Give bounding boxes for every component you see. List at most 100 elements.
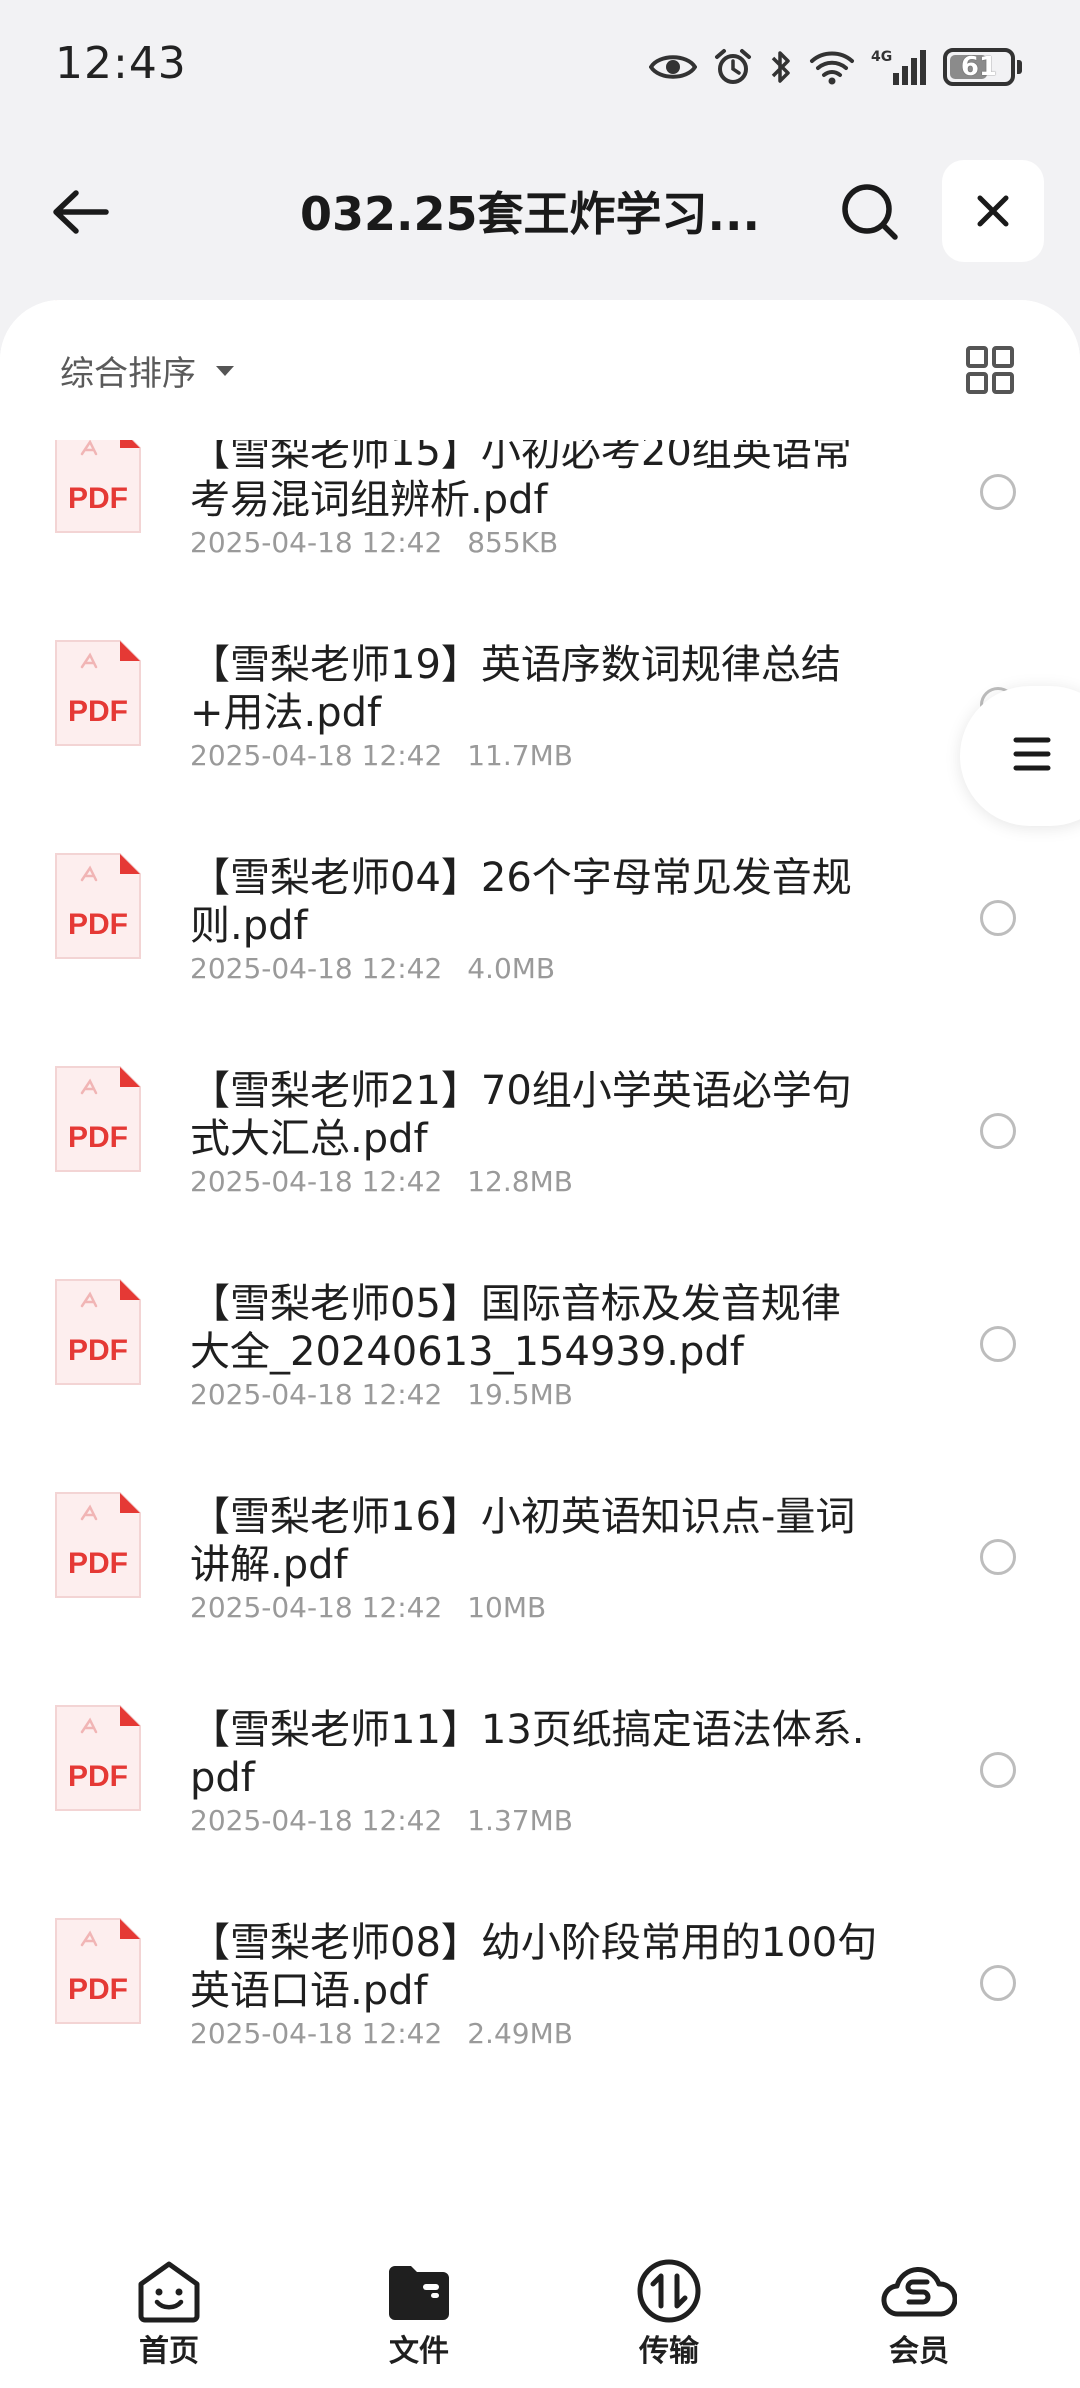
file-date: 2025-04-18 12:42 xyxy=(190,1804,443,1837)
search-button[interactable] xyxy=(830,172,910,252)
file-size: 2.49MB xyxy=(467,2017,573,2050)
select-checkbox[interactable] xyxy=(980,900,1016,936)
file-meta: 2025-04-18 12:42 11.7MB xyxy=(190,739,573,772)
battery-level: 61 xyxy=(960,52,998,82)
file-meta: 2025-04-18 12:42 19.5MB xyxy=(190,1378,573,1411)
home-smile-icon xyxy=(138,2261,200,2323)
pdf-file-icon: PDF xyxy=(55,1492,141,1598)
file-date: 2025-04-18 12:42 xyxy=(190,526,443,559)
cellular-signal-icon: 4G xyxy=(871,49,926,85)
select-checkbox[interactable] xyxy=(980,1965,1016,2001)
file-meta: 2025-04-18 12:42 1.37MB xyxy=(190,1804,573,1837)
network-type-label: 4G xyxy=(871,49,892,65)
pdf-label: PDF xyxy=(68,908,128,941)
vip-cloud-icon xyxy=(881,2266,957,2317)
file-meta: 2025-04-18 12:42 10MB xyxy=(190,1591,546,1624)
file-row[interactable]: PDF 【雪梨老师21】70组小学英语必学句式大汇总.pdf 2025-04-1… xyxy=(0,1025,1080,1238)
pdf-label: PDF xyxy=(68,1121,128,1154)
file-size: 1.37MB xyxy=(467,1804,573,1837)
file-date: 2025-04-18 12:42 xyxy=(190,2017,443,2050)
folder-icon xyxy=(389,2266,449,2320)
file-sheet: 综合排序 PDF df 2025-04-18 12 xyxy=(0,300,1080,2240)
sort-label: 综合排序 xyxy=(60,354,196,394)
file-meta: 2025-04-18 12:42 12.8MB xyxy=(190,1165,573,1198)
pdf-file-icon: PDF xyxy=(55,640,141,746)
file-name: 【雪梨老师21】70组小学英语必学句式大汇总.pdf xyxy=(190,1068,852,1162)
pdf-file-icon: PDF xyxy=(55,1918,141,2024)
file-size: 19.5MB xyxy=(467,1378,573,1411)
file-size: 12.8MB xyxy=(467,1165,573,1198)
select-checkbox[interactable] xyxy=(980,1113,1016,1149)
page-title: 032.25套王炸学习... xyxy=(300,187,760,241)
file-size: 10MB xyxy=(467,1591,547,1624)
file-row[interactable]: PDF 【雪梨老师16】小初英语知识点-量词讲解.pdf 2025-04-18 … xyxy=(0,1451,1080,1664)
file-name: 【雪梨老师05】国际音标及发音规律大全_20240613_154939.pdf xyxy=(190,1281,841,1375)
file-size: 855KB xyxy=(467,526,559,559)
file-size: 11.7MB xyxy=(467,739,573,772)
file-size: 4.0MB xyxy=(467,952,556,985)
select-checkbox[interactable] xyxy=(980,474,1016,510)
pdf-label: PDF xyxy=(68,1334,128,1367)
nav-transfer[interactable]: 传输 xyxy=(544,2240,794,2388)
bluetooth-icon xyxy=(771,51,790,83)
grid-view-button[interactable] xyxy=(962,342,1018,398)
file-row[interactable]: PDF 【雪梨老师08】幼小阶段常用的100句英语口语.pdf 2025-04-… xyxy=(0,1877,1080,2090)
file-meta: 2025-04-18 12:42 4.0MB xyxy=(190,952,555,985)
file-date: 2025-04-18 12:42 xyxy=(190,1378,443,1411)
file-date: 2025-04-18 12:42 xyxy=(190,739,443,772)
app-root: 12:43 4G 61 032.25套王炸学习... 综合排序 PDF PDF … xyxy=(0,0,1080,2388)
file-name: 【雪梨老师08】幼小阶段常用的100句英语口语.pdf xyxy=(190,1920,878,2014)
status-bar: 12:43 4G 61 xyxy=(0,0,1080,130)
eye-icon xyxy=(649,55,697,79)
sort-dropdown[interactable]: 综合排序 xyxy=(60,346,236,395)
close-icon xyxy=(977,195,1009,227)
file-name: 【雪梨老师15】小初必考20组英语常考易混词组辨析.pdf xyxy=(190,429,852,523)
search-icon xyxy=(842,184,898,240)
nav-vip[interactable]: 会员 xyxy=(794,2240,1044,2388)
pdf-file-icon: PDF xyxy=(55,1279,141,1385)
nav-label: 传输 xyxy=(639,2334,699,2369)
select-checkbox[interactable] xyxy=(980,1752,1016,1788)
file-row[interactable]: PDF 【雪梨老师19】英语序数词规律总结+用法.pdf 2025-04-18 … xyxy=(0,599,1080,812)
pdf-label: PDF xyxy=(68,482,128,515)
battery-icon: 61 xyxy=(943,48,1022,86)
nav-files[interactable]: 文件 xyxy=(294,2240,544,2388)
nav-label: 会员 xyxy=(889,2334,949,2369)
menu-icon xyxy=(1013,737,1051,771)
select-checkbox[interactable] xyxy=(980,1539,1016,1575)
bottom-nav: 首页 文件 传输 会员 xyxy=(0,2240,1080,2388)
file-name: 【雪梨老师19】英语序数词规律总结+用法.pdf xyxy=(190,642,841,736)
back-button[interactable] xyxy=(40,172,120,252)
file-date: 2025-04-18 12:42 xyxy=(190,1591,443,1624)
status-time: 12:43 xyxy=(55,38,187,89)
file-date: 2025-04-18 12:42 xyxy=(190,952,443,985)
file-row[interactable]: PDF 【雪梨老师04】26个字母常见发音规则.pdf 2025-04-18 1… xyxy=(0,812,1080,1025)
alarm-icon xyxy=(715,49,751,84)
wifi-icon xyxy=(810,51,854,85)
sort-bar: 综合排序 xyxy=(0,300,1080,440)
pdf-file-icon: PDF xyxy=(55,427,141,533)
select-checkbox[interactable] xyxy=(980,1326,1016,1362)
file-row[interactable]: PDF 【雪梨老师11】13页纸搞定语法体系.pdf 2025-04-18 12… xyxy=(0,1664,1080,1877)
pdf-label: PDF xyxy=(68,1547,128,1580)
pdf-file-icon: PDF xyxy=(55,1705,141,1811)
file-date: 2025-04-18 12:42 xyxy=(190,1165,443,1198)
arrow-left-icon xyxy=(53,190,109,234)
pdf-label: PDF xyxy=(68,695,128,728)
file-name: 【雪梨老师16】小初英语知识点-量词讲解.pdf xyxy=(190,1494,856,1588)
caret-down-icon xyxy=(216,365,234,376)
nav-label: 文件 xyxy=(389,2334,449,2369)
grid-icon xyxy=(966,346,1014,394)
file-name: 【雪梨老师11】13页纸搞定语法体系.pdf xyxy=(190,1707,865,1801)
nav-label: 首页 xyxy=(139,2334,199,2369)
file-list: PDF df 2025-04-18 12:42 15.7MB PDF 【雪梨老师… xyxy=(0,300,1080,2090)
nav-home[interactable]: 首页 xyxy=(44,2240,294,2388)
transfer-icon xyxy=(637,2259,701,2323)
file-meta: 2025-04-18 12:42 2.49MB xyxy=(190,2017,573,2050)
file-name: 【雪梨老师04】26个字母常见发音规则.pdf xyxy=(190,855,852,949)
status-icons: 4G 61 xyxy=(649,42,1022,92)
file-row[interactable]: PDF 【雪梨老师05】国际音标及发音规律大全_20240613_154939.… xyxy=(0,1238,1080,1451)
pdf-file-icon: PDF xyxy=(55,1066,141,1172)
pdf-label: PDF xyxy=(68,1973,128,2006)
close-button[interactable] xyxy=(942,160,1044,262)
